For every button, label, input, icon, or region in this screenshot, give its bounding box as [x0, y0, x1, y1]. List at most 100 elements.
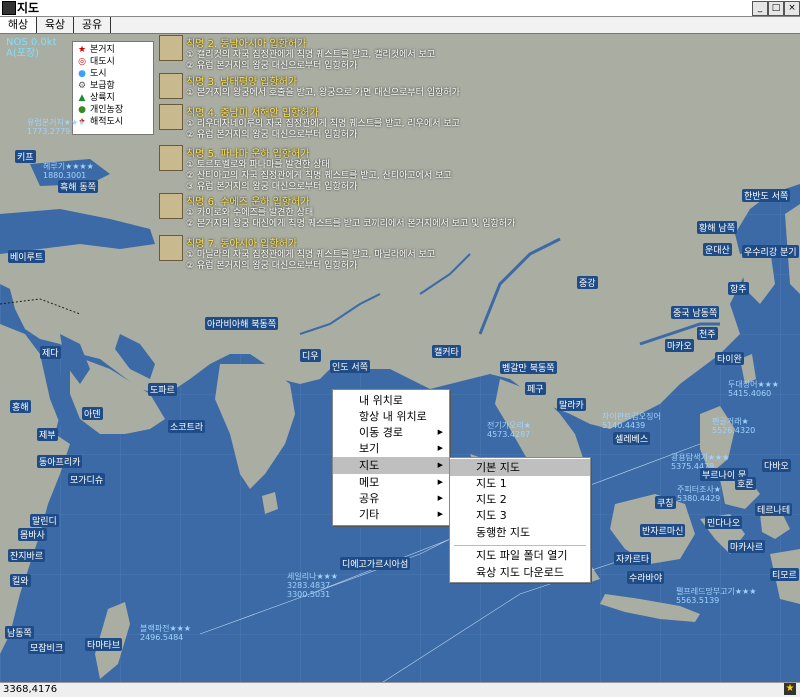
- place-zanzibar[interactable]: 잔지바르: [8, 549, 46, 562]
- place-undae[interactable]: 운대산: [703, 243, 732, 256]
- place-china-s[interactable]: 중국 남동쪽: [671, 306, 720, 319]
- place-cheonju[interactable]: 천주: [697, 327, 718, 340]
- place-kilwa[interactable]: 킬와: [10, 574, 31, 587]
- marker-name: 헤루기★★★★: [43, 162, 94, 171]
- place-banjar[interactable]: 반자르마신: [640, 524, 686, 537]
- place-arabian-ne[interactable]: 아라비아해 북동쪽: [205, 317, 279, 330]
- menu-item-my-location[interactable]: 내 위치로: [333, 392, 449, 409]
- place-yellow-river[interactable]: 우수리강 분기: [742, 245, 799, 258]
- marker-coord: 5526.4320: [712, 426, 756, 435]
- place-dhofar[interactable]: 도파르: [148, 383, 177, 396]
- submenu-arrow-icon: ▶: [437, 461, 443, 469]
- place-surabaya[interactable]: 수라바야: [627, 571, 665, 584]
- submenu-arrow-icon: ▶: [437, 494, 443, 502]
- place-calcutta[interactable]: 캘커타: [432, 345, 461, 358]
- place-zebu[interactable]: 제부: [37, 428, 58, 441]
- window-titlebar: 지도 _ □ ×: [0, 0, 800, 17]
- place-taiwan[interactable]: 타이완: [715, 352, 744, 365]
- close-button[interactable]: ×: [784, 1, 800, 16]
- submenu-item-companion-map[interactable]: 동행한 지도: [450, 524, 590, 541]
- marker-hebru: 헤루기★★★★ 1880.3001: [43, 162, 94, 180]
- tab-sea[interactable]: 해상: [0, 17, 37, 33]
- rank-star-icon: ★: [784, 683, 796, 695]
- place-hanban-nw[interactable]: 한반도 서쪽: [742, 189, 791, 202]
- place-malacca[interactable]: 말라카: [557, 398, 586, 411]
- star-icon: ★: [77, 45, 87, 55]
- menu-item-etc[interactable]: 기타 ▶: [333, 506, 449, 523]
- submenu-item-map2[interactable]: 지도 2: [450, 491, 590, 508]
- place-timor[interactable]: 티모르: [770, 568, 799, 581]
- place-bengal-ne[interactable]: 벵갈만 북동쪽: [500, 361, 557, 374]
- submenu-item-map3[interactable]: 지도 3: [450, 507, 590, 524]
- marker-coord: 5415.4060: [728, 389, 772, 398]
- menu-item-memo[interactable]: 메모 ▶: [333, 474, 449, 491]
- place-malindi[interactable]: 말린디: [30, 514, 59, 527]
- place-celebes[interactable]: 셀레베스: [613, 432, 651, 445]
- tab-land[interactable]: 육상: [37, 17, 74, 33]
- legend-supply-port: ⚙ 보급항: [77, 80, 115, 92]
- place-hoiron[interactable]: 호론: [735, 477, 756, 490]
- marker-name: 펜글거래★: [712, 417, 749, 426]
- place-makassar[interactable]: 마카사르: [728, 540, 766, 553]
- quest-thumbnail: [159, 73, 183, 99]
- maximize-button[interactable]: □: [768, 1, 784, 16]
- place-jeddah[interactable]: 제다: [40, 346, 61, 359]
- place-jungang[interactable]: 중강: [577, 276, 598, 289]
- place-south-east[interactable]: 남동쪽: [5, 626, 34, 639]
- menu-item-view[interactable]: 보기 ▶: [333, 440, 449, 457]
- place-india-w[interactable]: 인도 서쪽: [330, 360, 370, 373]
- quest-thumbnail: [159, 193, 183, 219]
- place-mindanao[interactable]: 민다나오: [705, 516, 743, 529]
- gear-icon: ⚙: [77, 81, 87, 91]
- place-east-africa[interactable]: 동아프리카: [37, 455, 83, 468]
- place-hangzhou[interactable]: 항주: [728, 282, 749, 295]
- place-pegu[interactable]: 페구: [525, 382, 546, 395]
- marker-name: 자이판트갑오징어: [602, 412, 661, 421]
- menu-label: 동행한 지도: [476, 526, 531, 539]
- window-title: 지도: [17, 1, 40, 15]
- submenu-item-basic-map[interactable]: 기본 지도: [450, 459, 590, 476]
- marker-pinnacle: 펜글거래★ 5526.4320: [712, 417, 755, 435]
- menu-item-always-my-location[interactable]: 항상 내 위치로: [333, 408, 449, 425]
- submenu-item-open-folder[interactable]: 지도 파일 폴더 열기: [450, 547, 590, 564]
- place-hwanghae[interactable]: 황해 남쪽: [697, 221, 737, 234]
- place-gugung[interactable]: 쿠칭: [655, 496, 676, 509]
- speed-readout-line2: A(포장): [6, 48, 40, 59]
- marker-coord: 5380.4429: [677, 494, 721, 503]
- place-dabao[interactable]: 다바오: [762, 459, 791, 472]
- submenu-item-map1[interactable]: 지도 1: [450, 475, 590, 492]
- marker-name: 세일리나★★★: [287, 572, 338, 581]
- place-diego[interactable]: 디에고가르시아섬: [340, 557, 411, 570]
- place-ternate[interactable]: 테르나테: [755, 503, 793, 516]
- quest-line: ② 본거지의 왕궁 대신에게 칙명 퀘스트를 받고 코끼리에서 본거지에서 보고…: [186, 219, 516, 229]
- marker-name: 전기가오리★: [487, 421, 531, 430]
- minimize-button[interactable]: _: [752, 1, 768, 16]
- submenu-item-download-land[interactable]: 육상 지도 다운로드: [450, 564, 590, 581]
- place-aden[interactable]: 아덴: [82, 407, 103, 420]
- marker-jupiter: 주피터조사★ 5380.4429: [677, 485, 721, 503]
- marker-europe: 유럽본거지★★★ 1773.2779: [27, 118, 85, 136]
- marker-coord: 4573.4287: [487, 430, 531, 439]
- place-cyprus[interactable]: 키프: [15, 150, 36, 163]
- place-mogadishu[interactable]: 모가디슈: [68, 473, 106, 486]
- quest-thumbnail: [159, 235, 183, 261]
- quest-line: ① 본거지의 왕궁에서 호출을 받고, 왕궁으로 가면 대신으로부터 입항허가: [186, 88, 460, 98]
- place-tamatave[interactable]: 타마타브: [85, 638, 123, 651]
- place-socotra[interactable]: 소코트라: [168, 420, 206, 433]
- place-dipo[interactable]: 디우: [300, 349, 321, 362]
- place-macao[interactable]: 마카오: [665, 339, 694, 352]
- place-jakarta[interactable]: 자카르타: [614, 552, 652, 565]
- menu-item-route[interactable]: 이동 경로 ▶: [333, 424, 449, 441]
- place-tehe-east[interactable]: 흑해 동쪽: [58, 180, 98, 193]
- place-beirut[interactable]: 베이루트: [8, 250, 46, 263]
- marker-coord: 1773.2779: [27, 127, 71, 136]
- place-mombasa[interactable]: 몸바사: [18, 528, 47, 541]
- place-mozambique[interactable]: 모잠비크: [28, 641, 66, 654]
- menu-item-map[interactable]: 지도 ▶: [333, 457, 449, 474]
- tab-share[interactable]: 공유: [74, 17, 111, 33]
- menu-label: 지도: [359, 459, 380, 472]
- menu-item-share[interactable]: 공유 ▶: [333, 490, 449, 507]
- quest-line: ③ 유럽 본거지의 왕궁 대신으로부터 입항허가: [186, 182, 358, 192]
- place-massawa[interactable]: 홍해: [10, 400, 31, 413]
- submenu-arrow-icon: ▶: [437, 444, 443, 452]
